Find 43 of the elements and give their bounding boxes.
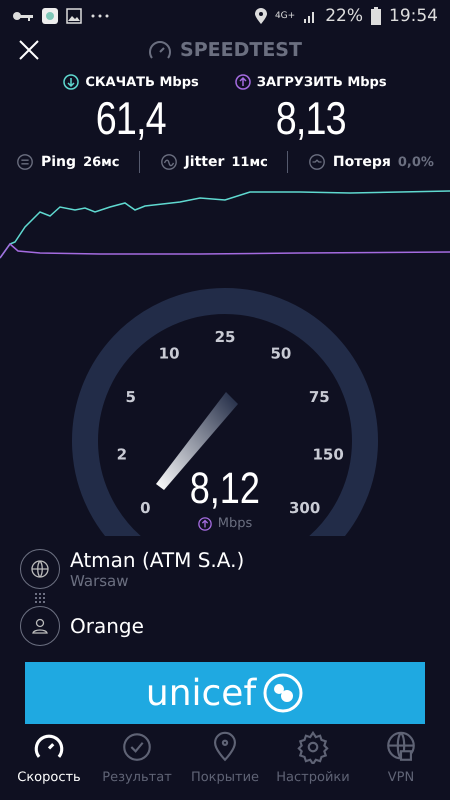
more-icon — [90, 13, 110, 19]
globe-lock-icon — [384, 730, 418, 764]
gauge-unit: Mbps — [218, 516, 252, 531]
stat-value: 11мс — [231, 154, 268, 170]
app-title: SPEEDTEST — [180, 39, 302, 61]
server-icon — [20, 549, 60, 589]
connector-dots-icon — [34, 592, 46, 604]
stat-value: 0,0% — [398, 154, 434, 170]
close-button[interactable] — [18, 39, 40, 61]
battery-percent: 22% — [325, 6, 363, 26]
provider-name: Orange — [70, 614, 144, 638]
server-name: Atman (ATM S.A.) — [70, 548, 244, 572]
gauge-value: 8,12 — [190, 464, 260, 514]
nav-tab[interactable]: Покрытие — [182, 730, 268, 800]
stat-value: 26мс — [83, 154, 120, 170]
clock: 19:54 — [389, 6, 438, 26]
result-value: 8,13 — [276, 91, 346, 146]
checkmark-icon — [120, 730, 154, 764]
speedometer-icon — [148, 39, 172, 61]
stat-label: Jitter — [184, 154, 224, 170]
nav-tab[interactable]: Скорость — [6, 730, 92, 800]
settings-icon — [296, 730, 330, 764]
nav-tab[interactable]: VPN — [358, 730, 444, 800]
result-label: СКАЧАТЬ Mbps — [85, 74, 199, 90]
network-type: 4G+ — [274, 11, 296, 21]
wave-icon — [160, 153, 178, 171]
result-label: ЗАГРУЗИТЬ Mbps — [256, 74, 387, 90]
ping-icon — [16, 153, 34, 171]
result-value: 61,4 — [96, 91, 166, 146]
nav-tab[interactable]: Настройки — [270, 730, 356, 800]
server-location: Warsaw — [70, 572, 130, 590]
location-icon — [254, 8, 267, 24]
battery-icon — [371, 7, 381, 25]
banner-text: unicef — [146, 672, 256, 714]
emblem-icon — [262, 672, 304, 714]
key-icon — [12, 10, 34, 22]
provider-icon — [20, 606, 60, 646]
image-icon — [66, 8, 82, 24]
app-icon — [42, 8, 58, 24]
loss-icon — [308, 153, 326, 171]
nav-tab[interactable]: Результат — [94, 730, 180, 800]
stat-label: Потеря — [332, 154, 391, 170]
stat-label: Ping — [41, 154, 76, 170]
